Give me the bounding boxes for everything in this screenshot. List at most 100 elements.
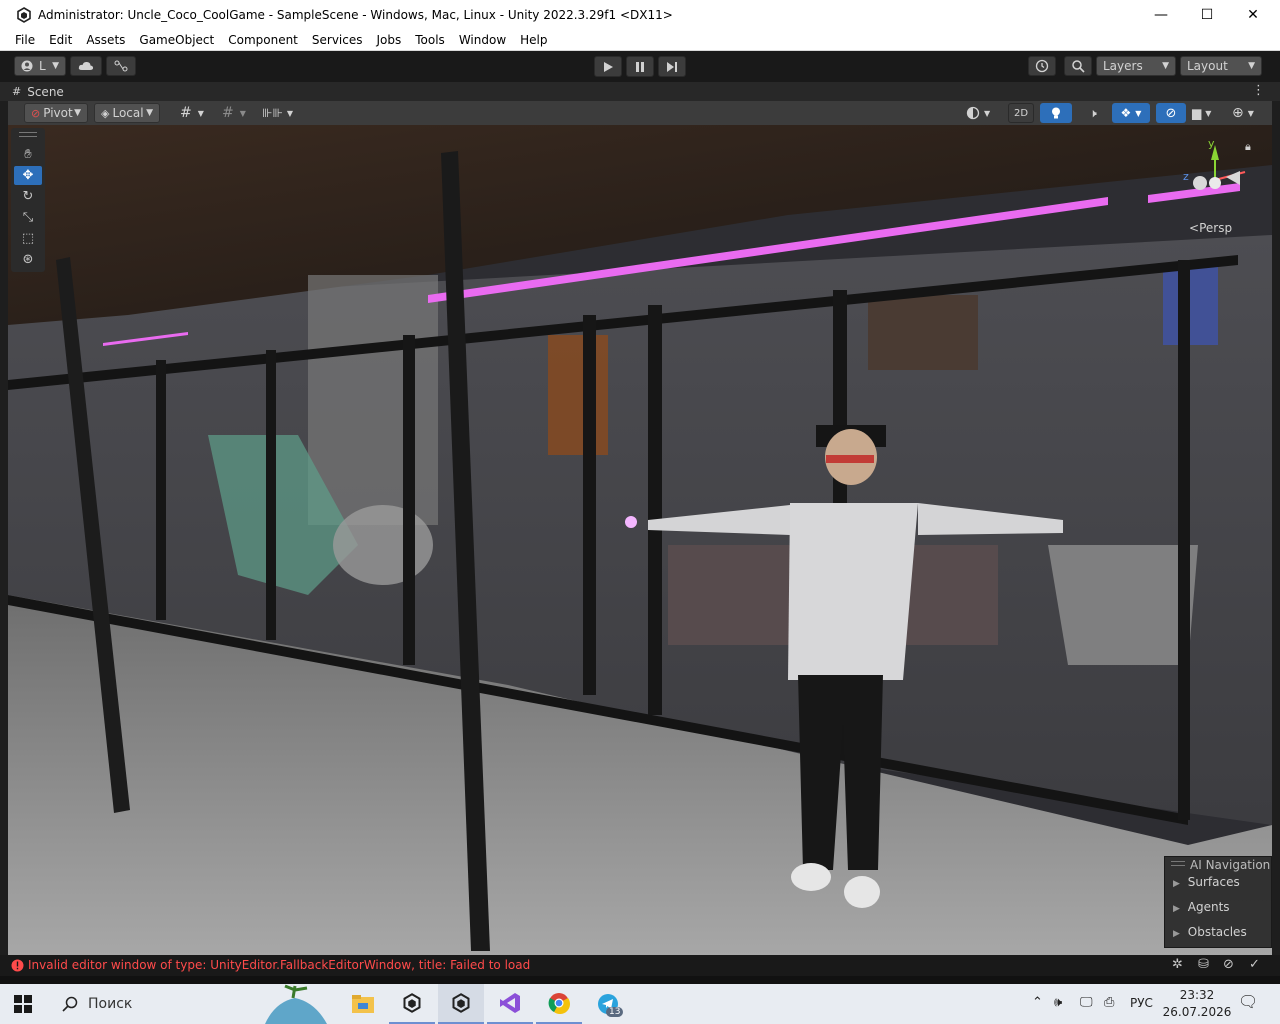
maximize-button[interactable]: ☐ xyxy=(1184,0,1230,30)
clock-time[interactable]: 23:32 xyxy=(1166,988,1228,1002)
taskbar-unity-hub[interactable] xyxy=(389,984,435,1024)
history-icon xyxy=(1035,59,1049,73)
cloud-icon xyxy=(78,61,94,70)
ai-nav-agents[interactable]: ▶ Agents xyxy=(1173,900,1230,914)
move-tool-button[interactable]: ✥ xyxy=(14,166,42,185)
windows-taskbar: Поиск 13 ⌃ 🕪︎ 🖵︎ ⎙ РУС 23:32 26.07.2026 … xyxy=(0,984,1280,1024)
search-button[interactable] xyxy=(1064,56,1092,76)
language-settings-icon[interactable]: ⎙ xyxy=(1104,995,1114,1010)
cloud-button[interactable] xyxy=(70,56,102,76)
hidden-objects-toggle-button[interactable]: ⊘ xyxy=(1156,103,1186,123)
step-button[interactable] xyxy=(658,56,686,77)
pivot-dropdown[interactable]: ⊘ Pivot ▼ xyxy=(24,103,88,123)
progress-check-icon[interactable]: ✓ xyxy=(1249,957,1260,972)
chevron-down-icon: ▼ xyxy=(1248,61,1255,71)
caret-right-icon: ▶ xyxy=(1173,904,1180,914)
pause-button[interactable] xyxy=(626,56,654,77)
notifications-icon[interactable]: 🗨︎ xyxy=(1238,992,1258,1011)
account-dropdown[interactable]: L ▼ xyxy=(14,56,66,76)
gizmos-dropdown[interactable]: ⊕ ▼ xyxy=(1232,103,1268,123)
increment-snap-button[interactable]: ⊪⊪ ▼ xyxy=(262,103,298,123)
error-icon xyxy=(11,959,24,972)
rotate-tool-button[interactable]: ↻ xyxy=(14,187,42,206)
eye-slash-icon: ⊘ xyxy=(1165,105,1177,121)
pause-icon xyxy=(636,61,644,72)
lighting-toggle-button[interactable] xyxy=(1040,103,1072,123)
perspective-icon: < xyxy=(1189,221,1200,235)
layout-dropdown[interactable]: Layout ▼ xyxy=(1180,56,1262,76)
search-highlight-image xyxy=(265,984,327,1024)
play-button[interactable] xyxy=(594,56,622,77)
ai-nav-obstacles[interactable]: ▶ Obstacles xyxy=(1173,925,1247,939)
folder-icon xyxy=(352,995,374,1013)
layers-dropdown[interactable]: Layers ▼ xyxy=(1096,56,1176,76)
input-language[interactable]: РУС xyxy=(1130,996,1153,1010)
version-control-button[interactable] xyxy=(106,56,136,76)
close-button[interactable]: ✕ xyxy=(1230,0,1276,30)
menu-window[interactable]: Window xyxy=(452,33,513,47)
chevron-down-icon: ▼ xyxy=(1135,108,1142,118)
show-hidden-icons-chevron-icon[interactable]: ⌃ xyxy=(1032,995,1043,1010)
hand-tool-button[interactable]: ✋︎ xyxy=(14,145,42,164)
scene-viewport[interactable] xyxy=(8,125,1272,955)
auto-generate-lighting-icon[interactable]: ⊘ xyxy=(1223,957,1234,972)
clock-date[interactable]: 26.07.2026 xyxy=(1161,1005,1233,1019)
rect-tool-button[interactable]: ⬚ xyxy=(14,229,42,248)
lock-icon[interactable]: 🔒︎ xyxy=(1245,140,1251,154)
cache-server-icon[interactable]: ⛁ xyxy=(1198,957,1209,972)
tools-palette: ✋︎ ✥ ↻ ⤡ ⬚ ⊛ xyxy=(11,128,45,272)
audio-toggle-button[interactable]: 🕨 xyxy=(1080,103,1106,123)
camera-dropdown[interactable]: ▆ ▼ xyxy=(1192,103,1226,123)
taskbar-chrome[interactable] xyxy=(536,984,582,1024)
lightbulb-icon xyxy=(1052,107,1060,118)
local-icon: ◈ xyxy=(101,106,110,120)
taskbar-visual-studio[interactable] xyxy=(487,984,533,1024)
layout-label: Layout xyxy=(1187,59,1228,73)
tab-scene[interactable]: # Scene xyxy=(12,82,64,101)
drag-handle-icon[interactable] xyxy=(19,132,37,137)
taskbar-telegram[interactable] xyxy=(585,984,631,1024)
menu-jobs[interactable]: Jobs xyxy=(370,33,409,47)
pivot-label: Pivot xyxy=(43,106,73,120)
visual-studio-icon xyxy=(500,993,520,1013)
chevron-down-icon: ▼ xyxy=(286,108,294,118)
effects-icon: ❖ xyxy=(1120,106,1132,120)
toggle-2d-button[interactable]: 2D xyxy=(1008,103,1034,123)
console-error-message[interactable]: Invalid editor window of type: UnityEdit… xyxy=(28,958,530,972)
local-dropdown[interactable]: ◈ Local ▼ xyxy=(94,103,160,123)
menu-help[interactable]: Help xyxy=(513,33,554,47)
menu-services[interactable]: Services xyxy=(305,33,370,47)
taskbar-unity-editor[interactable] xyxy=(438,984,484,1024)
chevron-down-icon: ▼ xyxy=(239,108,246,118)
chevron-down-icon: ▼ xyxy=(74,108,81,118)
menu-edit[interactable]: Edit xyxy=(42,33,79,47)
menu-assets[interactable]: Assets xyxy=(79,33,132,47)
minimize-button[interactable]: — xyxy=(1138,0,1184,30)
projection-toggle[interactable]: <Persp xyxy=(1189,221,1232,235)
scene-tab-label: Scene xyxy=(27,84,64,99)
main-toolbar: L ▼ Layers ▼ Layout ▼ xyxy=(0,51,1280,82)
menu-component[interactable]: Component xyxy=(221,33,305,47)
grid-visibility-button[interactable]: # ▼ xyxy=(222,103,258,123)
ai-nav-surfaces[interactable]: ▶ Surfaces xyxy=(1173,875,1240,889)
account-icon xyxy=(21,60,33,72)
debug-icon[interactable]: ✲ xyxy=(1172,957,1183,972)
windows-logo-icon xyxy=(14,995,32,1013)
telegram-unread-badge: 13 xyxy=(606,1007,624,1017)
network-icon[interactable]: 🖵︎ xyxy=(1080,995,1093,1010)
menu-gameobject[interactable]: GameObject xyxy=(132,33,221,47)
start-button[interactable] xyxy=(0,984,46,1024)
menu-file[interactable]: File xyxy=(8,33,42,47)
transform-tool-button[interactable]: ⊛ xyxy=(14,250,42,269)
grid-snap-button[interactable]: # ▼ xyxy=(180,103,216,123)
volume-icon[interactable]: 🕪︎ xyxy=(1054,995,1062,1010)
drag-handle-icon[interactable] xyxy=(1171,861,1185,866)
search-placeholder: Поиск xyxy=(88,996,133,1012)
taskbar-file-explorer[interactable] xyxy=(340,984,386,1024)
draw-mode-button[interactable]: ▼ xyxy=(966,103,998,123)
scale-tool-button[interactable]: ⤡ xyxy=(14,208,42,227)
menu-tools[interactable]: Tools xyxy=(408,33,452,47)
effects-dropdown[interactable]: ❖ ▼ xyxy=(1112,103,1150,123)
undo-history-button[interactable] xyxy=(1028,56,1056,76)
tab-menu-icon[interactable]: ⋮ xyxy=(1252,83,1265,98)
